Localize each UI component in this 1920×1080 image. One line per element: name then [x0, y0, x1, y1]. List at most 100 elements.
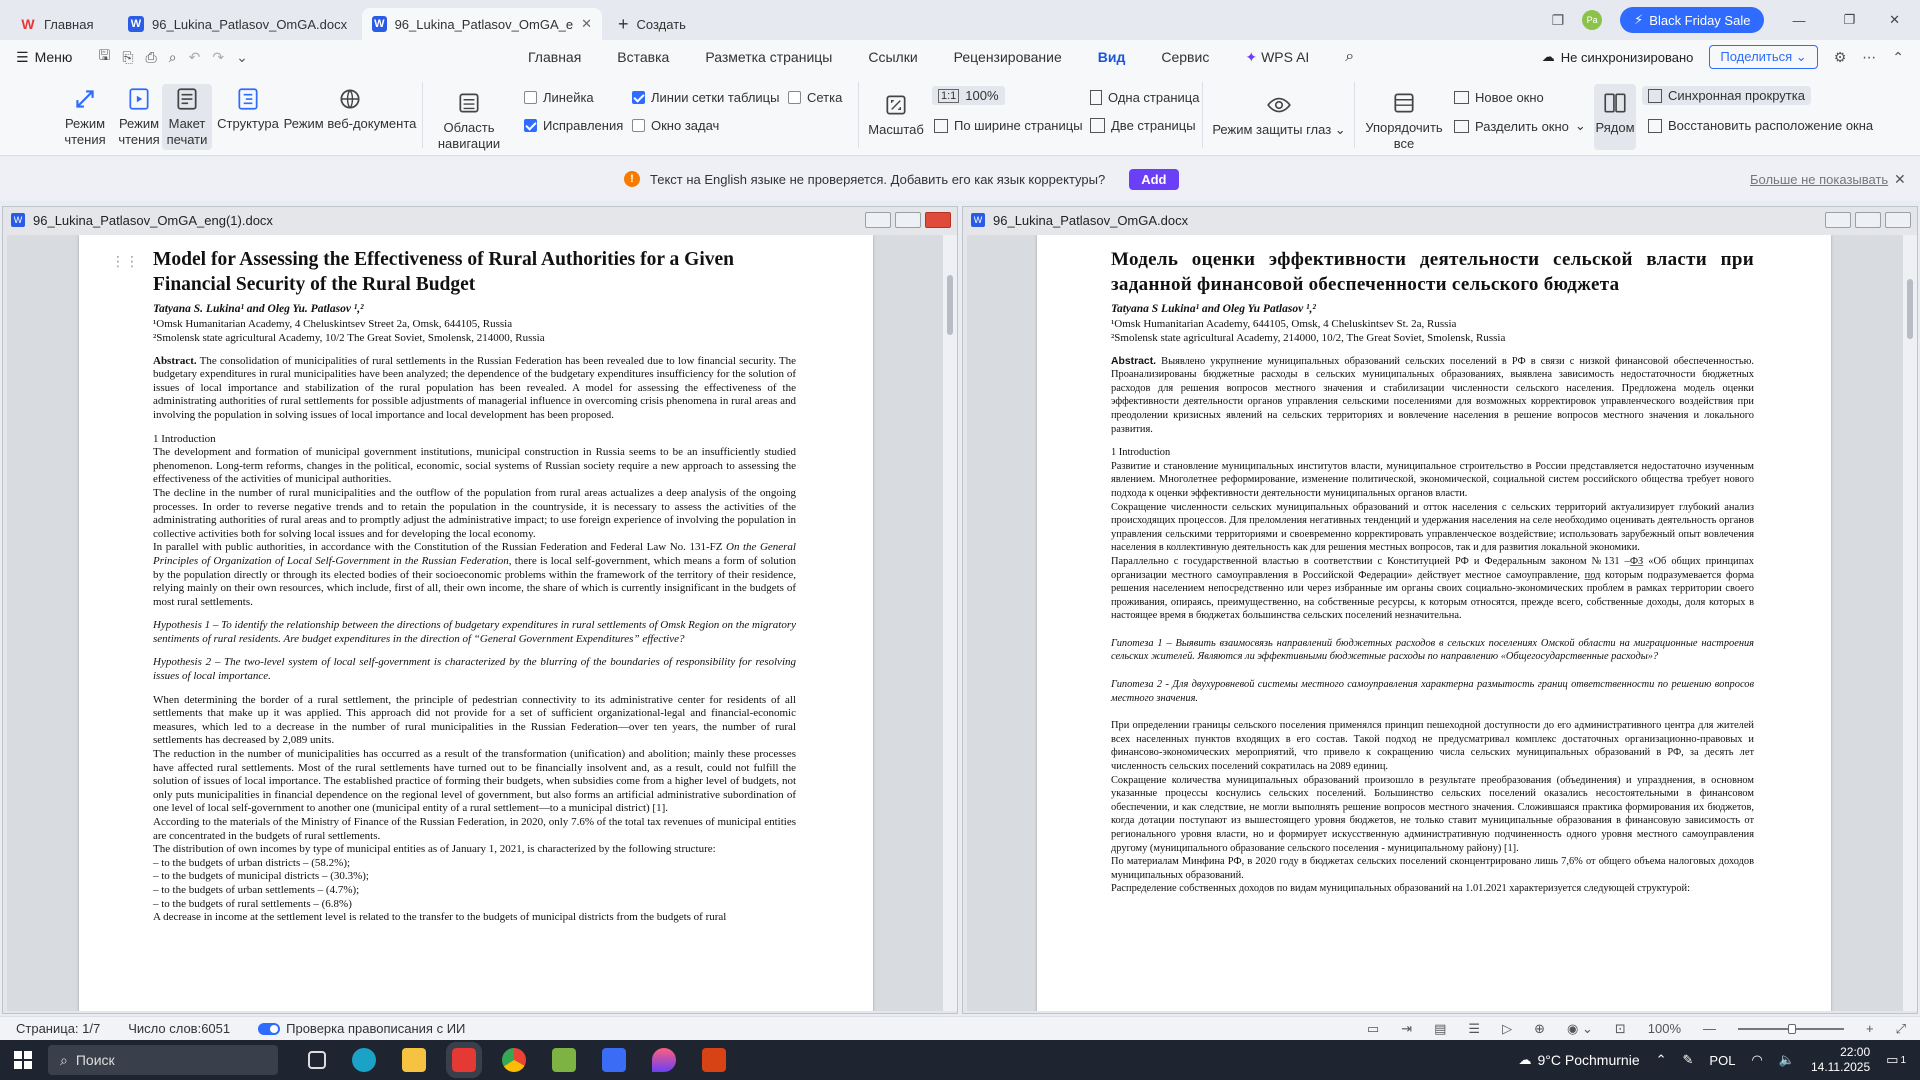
maximize-button[interactable]	[895, 212, 921, 228]
zoom-button[interactable]: Масштаб	[868, 92, 924, 138]
outline-icon[interactable]: ☰	[1468, 1021, 1480, 1037]
table-gridlines-checkbox[interactable]: Линии сетки таблицы	[632, 90, 779, 105]
tab-document-eng[interactable]: W 96_Lukina_Patlasov_OmGA_e ✕	[362, 8, 602, 40]
scrollbar-thumb[interactable]	[1907, 279, 1913, 339]
chrome-icon[interactable]	[502, 1048, 526, 1072]
close-window-icon[interactable]: ✕	[1883, 12, 1906, 28]
checkbox-checked[interactable]	[632, 91, 645, 104]
add-language-button[interactable]: Add	[1129, 168, 1179, 190]
dismiss-link[interactable]: Больше не показывать	[1750, 172, 1888, 187]
eye-icon[interactable]: ◉ ⌄	[1567, 1021, 1593, 1037]
app-droplet-icon[interactable]	[652, 1048, 676, 1072]
tab-page-layout[interactable]: Разметка страницы	[687, 40, 850, 74]
tab-home[interactable]: W Главная	[10, 8, 118, 40]
page[interactable]: Модель оценки эффективности деятельности…	[1037, 235, 1831, 1011]
zoom-slider[interactable]	[1738, 1023, 1844, 1034]
sync-status[interactable]: ☁ Не синхронизировано	[1542, 49, 1694, 65]
more-icon[interactable]: ⋯	[1862, 49, 1876, 66]
tab-insert[interactable]: Вставка	[599, 40, 687, 74]
vertical-scrollbar[interactable]	[943, 235, 957, 1011]
export-pdf-icon[interactable]: ⇥	[1401, 1021, 1412, 1037]
tab-document-ru[interactable]: W 96_Lukina_Patlasov_OmGA.docx	[118, 8, 362, 40]
save-icon[interactable]: 🖫	[98, 45, 110, 69]
zoom-in-button[interactable]: +	[1866, 1021, 1874, 1036]
notification-icon[interactable]: ▭ 1	[1886, 1052, 1906, 1068]
clock[interactable]: 22:00 14.11.2025	[1811, 1045, 1870, 1075]
web-layout-icon[interactable]: ⊕	[1534, 1021, 1545, 1037]
settings-icon[interactable]: ⚙	[1834, 49, 1847, 66]
minimize-button[interactable]	[865, 212, 891, 228]
collapse-ribbon-icon[interactable]: ⌃	[1892, 49, 1904, 66]
toggle-switch[interactable]	[258, 1022, 281, 1035]
export-icon[interactable]: ⎘	[122, 49, 133, 66]
tab-home[interactable]: Главная	[510, 40, 599, 74]
undo-icon[interactable]: ↶	[189, 49, 201, 66]
two-pages-button[interactable]: Две страницы	[1090, 118, 1196, 133]
document-canvas[interactable]: Модель оценки эффективности деятельности…	[967, 235, 1903, 1011]
print-layout-button[interactable]: Макет печати	[162, 84, 212, 150]
read-mode-icon[interactable]: ▭	[1367, 1021, 1379, 1037]
tab-references[interactable]: Ссылки	[850, 40, 935, 74]
close-icon[interactable]: ✕	[1894, 171, 1906, 188]
wifi-icon[interactable]: ◠	[1751, 1052, 1762, 1068]
language-indicator[interactable]: POL	[1709, 1053, 1735, 1068]
page-width-button[interactable]: По ширине страницы	[934, 118, 1083, 133]
volume-icon[interactable]: 🔈	[1779, 1052, 1795, 1068]
new-tab-button[interactable]: + Создать	[608, 8, 696, 40]
word-count[interactable]: Число слов:6051	[128, 1021, 230, 1036]
print-layout-icon[interactable]: ▤	[1434, 1021, 1446, 1037]
app-box-icon[interactable]	[552, 1048, 576, 1072]
page[interactable]: ⋮⋮ Model for Assessing the Effectiveness…	[79, 235, 873, 1011]
sync-scroll-button[interactable]: Синхронная прокрутка	[1642, 86, 1811, 105]
app-blue-icon[interactable]	[602, 1048, 626, 1072]
app-grid-icon[interactable]	[702, 1048, 726, 1072]
spellcheck-toggle[interactable]: Проверка правописания с ИИ	[258, 1021, 465, 1036]
maximize-button[interactable]	[1855, 212, 1881, 228]
window-list-icon[interactable]: ❐	[1552, 12, 1565, 29]
read-mode-button[interactable]: Режим чтения	[60, 86, 110, 148]
zoom-slider-handle[interactable]	[1788, 1023, 1796, 1034]
task-pane-checkbox[interactable]: Окно задач	[632, 118, 719, 133]
pen-icon[interactable]: ✎	[1683, 1052, 1694, 1068]
print-preview-icon[interactable]: ⌕	[169, 49, 177, 66]
grid-checkbox[interactable]: Сетка	[788, 90, 842, 105]
close-button[interactable]	[1885, 212, 1911, 228]
minimize-button[interactable]	[1825, 212, 1851, 228]
print-icon[interactable]: ⎙	[146, 49, 157, 66]
split-window-button[interactable]: Разделить окно ⌄	[1454, 118, 1586, 134]
reading-mode-button[interactable]: Режим чтения	[114, 86, 164, 148]
menu-button[interactable]: ☰ Меню	[16, 49, 72, 66]
web-layout-button[interactable]: Режим веб-документа	[284, 86, 416, 132]
close-button[interactable]	[925, 212, 951, 228]
document-canvas[interactable]: ⋮⋮ Model for Assessing the Effectiveness…	[7, 235, 943, 1011]
new-window-button[interactable]: Новое окно	[1454, 90, 1544, 105]
checkbox[interactable]	[524, 91, 537, 104]
close-icon[interactable]: ✕	[581, 16, 592, 32]
arrange-all-button[interactable]: Упорядочить все	[1362, 90, 1446, 152]
black-friday-button[interactable]: ⚡ Black Friday Sale	[1620, 7, 1765, 33]
wps-office-icon[interactable]	[446, 1042, 482, 1078]
chevron-up-icon[interactable]: ⌃	[1656, 1052, 1667, 1068]
tab-review[interactable]: Рецензирование	[936, 40, 1080, 74]
tab-wps-ai[interactable]: ✦ WPS AI	[1227, 40, 1327, 74]
checkbox[interactable]	[788, 91, 801, 104]
checkbox-checked[interactable]	[524, 119, 537, 132]
navigation-pane-button[interactable]: Область навигации	[432, 90, 506, 152]
zoom-out-button[interactable]: —	[1703, 1021, 1716, 1036]
task-view-icon[interactable]	[308, 1051, 326, 1069]
one-page-button[interactable]: Одна страница	[1090, 90, 1199, 105]
drag-handle-icon[interactable]: ⋮⋮	[111, 253, 139, 270]
edge-icon[interactable]	[352, 1048, 376, 1072]
play-icon[interactable]: ▷	[1502, 1021, 1512, 1037]
chevron-down-icon[interactable]: ⌄	[236, 49, 248, 66]
redo-icon[interactable]: ↷	[212, 49, 224, 66]
zoom-level[interactable]: 100%	[1648, 1021, 1681, 1036]
ruler-checkbox[interactable]: Линейка	[524, 90, 594, 105]
checkbox[interactable]	[632, 119, 645, 132]
windows-start-icon[interactable]	[14, 1051, 32, 1069]
tab-view[interactable]: Вид	[1080, 40, 1144, 74]
reset-window-button[interactable]: Восстановить расположение окна	[1648, 118, 1873, 133]
vertical-scrollbar[interactable]	[1903, 235, 1917, 1011]
page-indicator[interactable]: Страница: 1/7	[16, 1021, 100, 1036]
restore-icon[interactable]: ❐	[1833, 12, 1865, 28]
